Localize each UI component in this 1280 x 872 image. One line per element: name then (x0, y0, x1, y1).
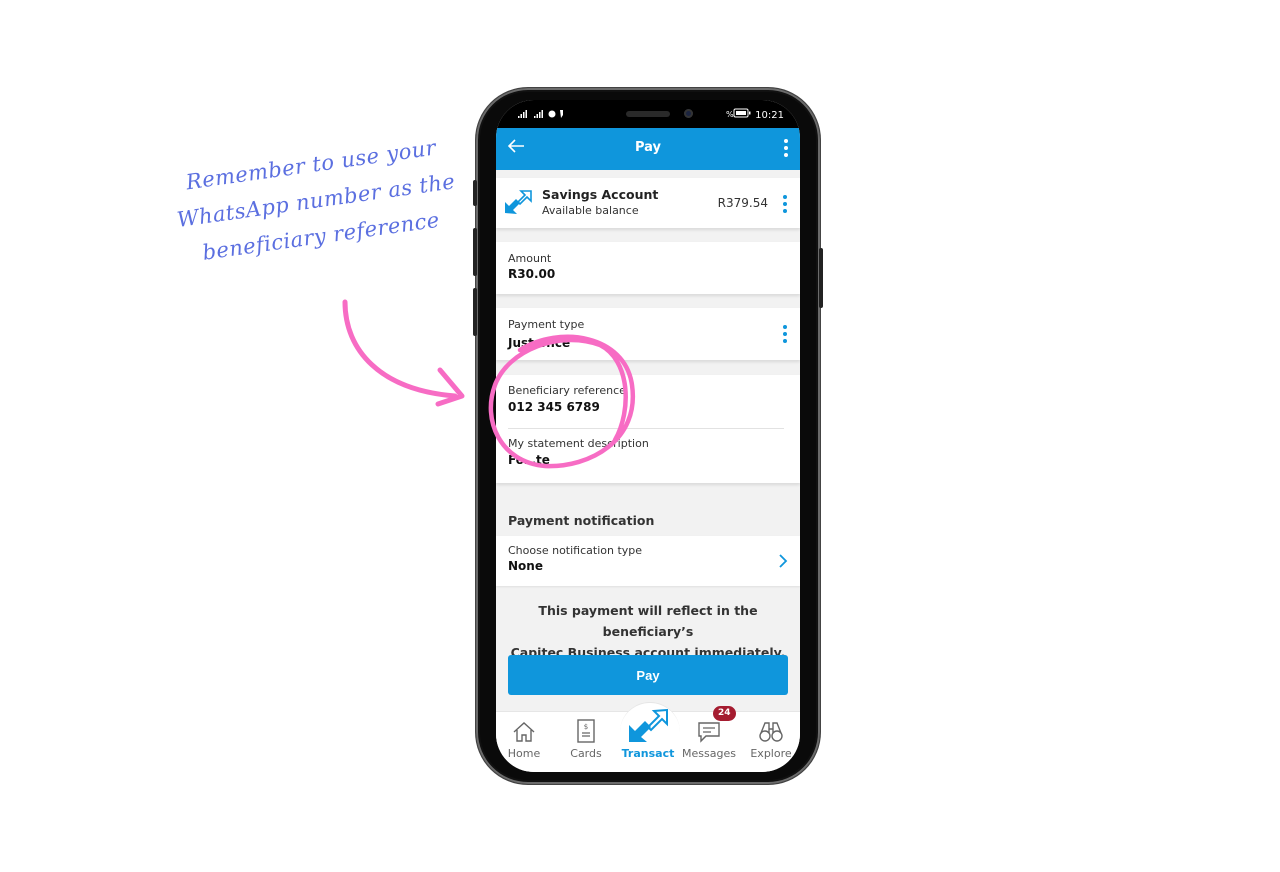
svg-text:$: $ (584, 723, 588, 731)
camera (684, 109, 693, 118)
beneficiary-reference-field[interactable]: Beneficiary reference 012 345 6789 (496, 375, 800, 427)
signal-icon (514, 109, 570, 121)
annotation-arrow (342, 299, 458, 399)
account-name: Savings Account (542, 187, 659, 202)
beneficiary-reference-value: 012 345 6789 (508, 400, 600, 414)
account-balance: R379.54 (717, 196, 768, 210)
chevron-right-icon[interactable] (778, 553, 788, 572)
nav-home[interactable]: Home (496, 712, 554, 760)
nav-label: Cards (570, 747, 602, 760)
notification-type-label: Choose notification type (508, 544, 643, 557)
annotation-arrowhead (435, 367, 465, 407)
statement-description-value: Fo…te (508, 453, 550, 467)
nav-explore[interactable]: Explore (741, 712, 800, 760)
pay-button[interactable]: Pay (508, 655, 788, 695)
account-options-icon[interactable] (783, 195, 787, 213)
amount-field[interactable]: Amount R30.00 (496, 242, 800, 294)
amount-label: Amount (508, 252, 552, 265)
payment-notification-heading: Payment notification (508, 513, 655, 528)
notification-type-field[interactable]: Choose notification type None (496, 536, 800, 586)
annotation-note: Remember to use your WhatsApp number as … (160, 126, 472, 275)
phone-screen: % 10:21 Pay Savings Account Available ba… (496, 100, 800, 772)
status-time: 10:21 (755, 110, 784, 121)
nav-transact[interactable]: Transact (618, 708, 678, 760)
home-icon (512, 721, 536, 746)
notification-type-value: None (508, 559, 543, 573)
battery-icon: % (726, 108, 755, 121)
payment-type-value: Just once (508, 336, 571, 350)
payment-type-field[interactable]: Payment type Just once (496, 308, 800, 360)
messages-badge: 24 (713, 706, 736, 721)
from-account-card[interactable]: Savings Account Available balance R379.5… (496, 178, 800, 228)
statement-description-label: My statement description (508, 437, 649, 450)
nav-label: Explore (750, 747, 792, 760)
info-line: This payment will reflect in the benefic… (538, 603, 758, 639)
speaker (626, 111, 670, 117)
cards-icon: $ (577, 719, 595, 746)
nav-label: Transact (621, 747, 675, 760)
payment-type-label: Payment type (508, 318, 585, 331)
nav-cards[interactable]: $ Cards (556, 712, 616, 760)
statement-description-field[interactable]: My statement description Fo…te (496, 429, 800, 481)
phone-power-button (819, 248, 823, 308)
bottom-navigation: Home $ Cards Transact 24 Messages Explor… (496, 702, 800, 772)
phone-side-button (473, 180, 477, 206)
amount-value: R30.00 (508, 267, 556, 281)
transact-icon (628, 708, 668, 746)
info-message: This payment will reflect in the benefic… (496, 600, 800, 663)
svg-text:%: % (726, 110, 734, 118)
status-right: % 10:21 (726, 108, 784, 121)
messages-icon (697, 721, 721, 746)
app-bar: Pay (496, 128, 800, 170)
nav-label: Home (507, 747, 541, 760)
nav-messages[interactable]: 24 Messages (679, 706, 739, 760)
more-options-icon[interactable] (784, 139, 788, 157)
binoculars-icon (758, 721, 784, 746)
nav-label: Messages (682, 747, 736, 760)
phone-volume-up (473, 228, 477, 276)
page-title: Pay (634, 140, 662, 155)
phone-frame: % 10:21 Pay Savings Account Available ba… (473, 88, 823, 784)
phone-volume-down (473, 288, 477, 336)
payment-type-options-icon[interactable] (783, 325, 787, 343)
status-bar: % 10:21 (496, 100, 800, 132)
beneficiary-reference-label: Beneficiary reference (508, 384, 626, 397)
reference-card: Beneficiary reference 012 345 6789 My st… (496, 375, 800, 483)
account-sublabel: Available balance (542, 204, 639, 217)
transact-arrows-icon (504, 190, 532, 218)
